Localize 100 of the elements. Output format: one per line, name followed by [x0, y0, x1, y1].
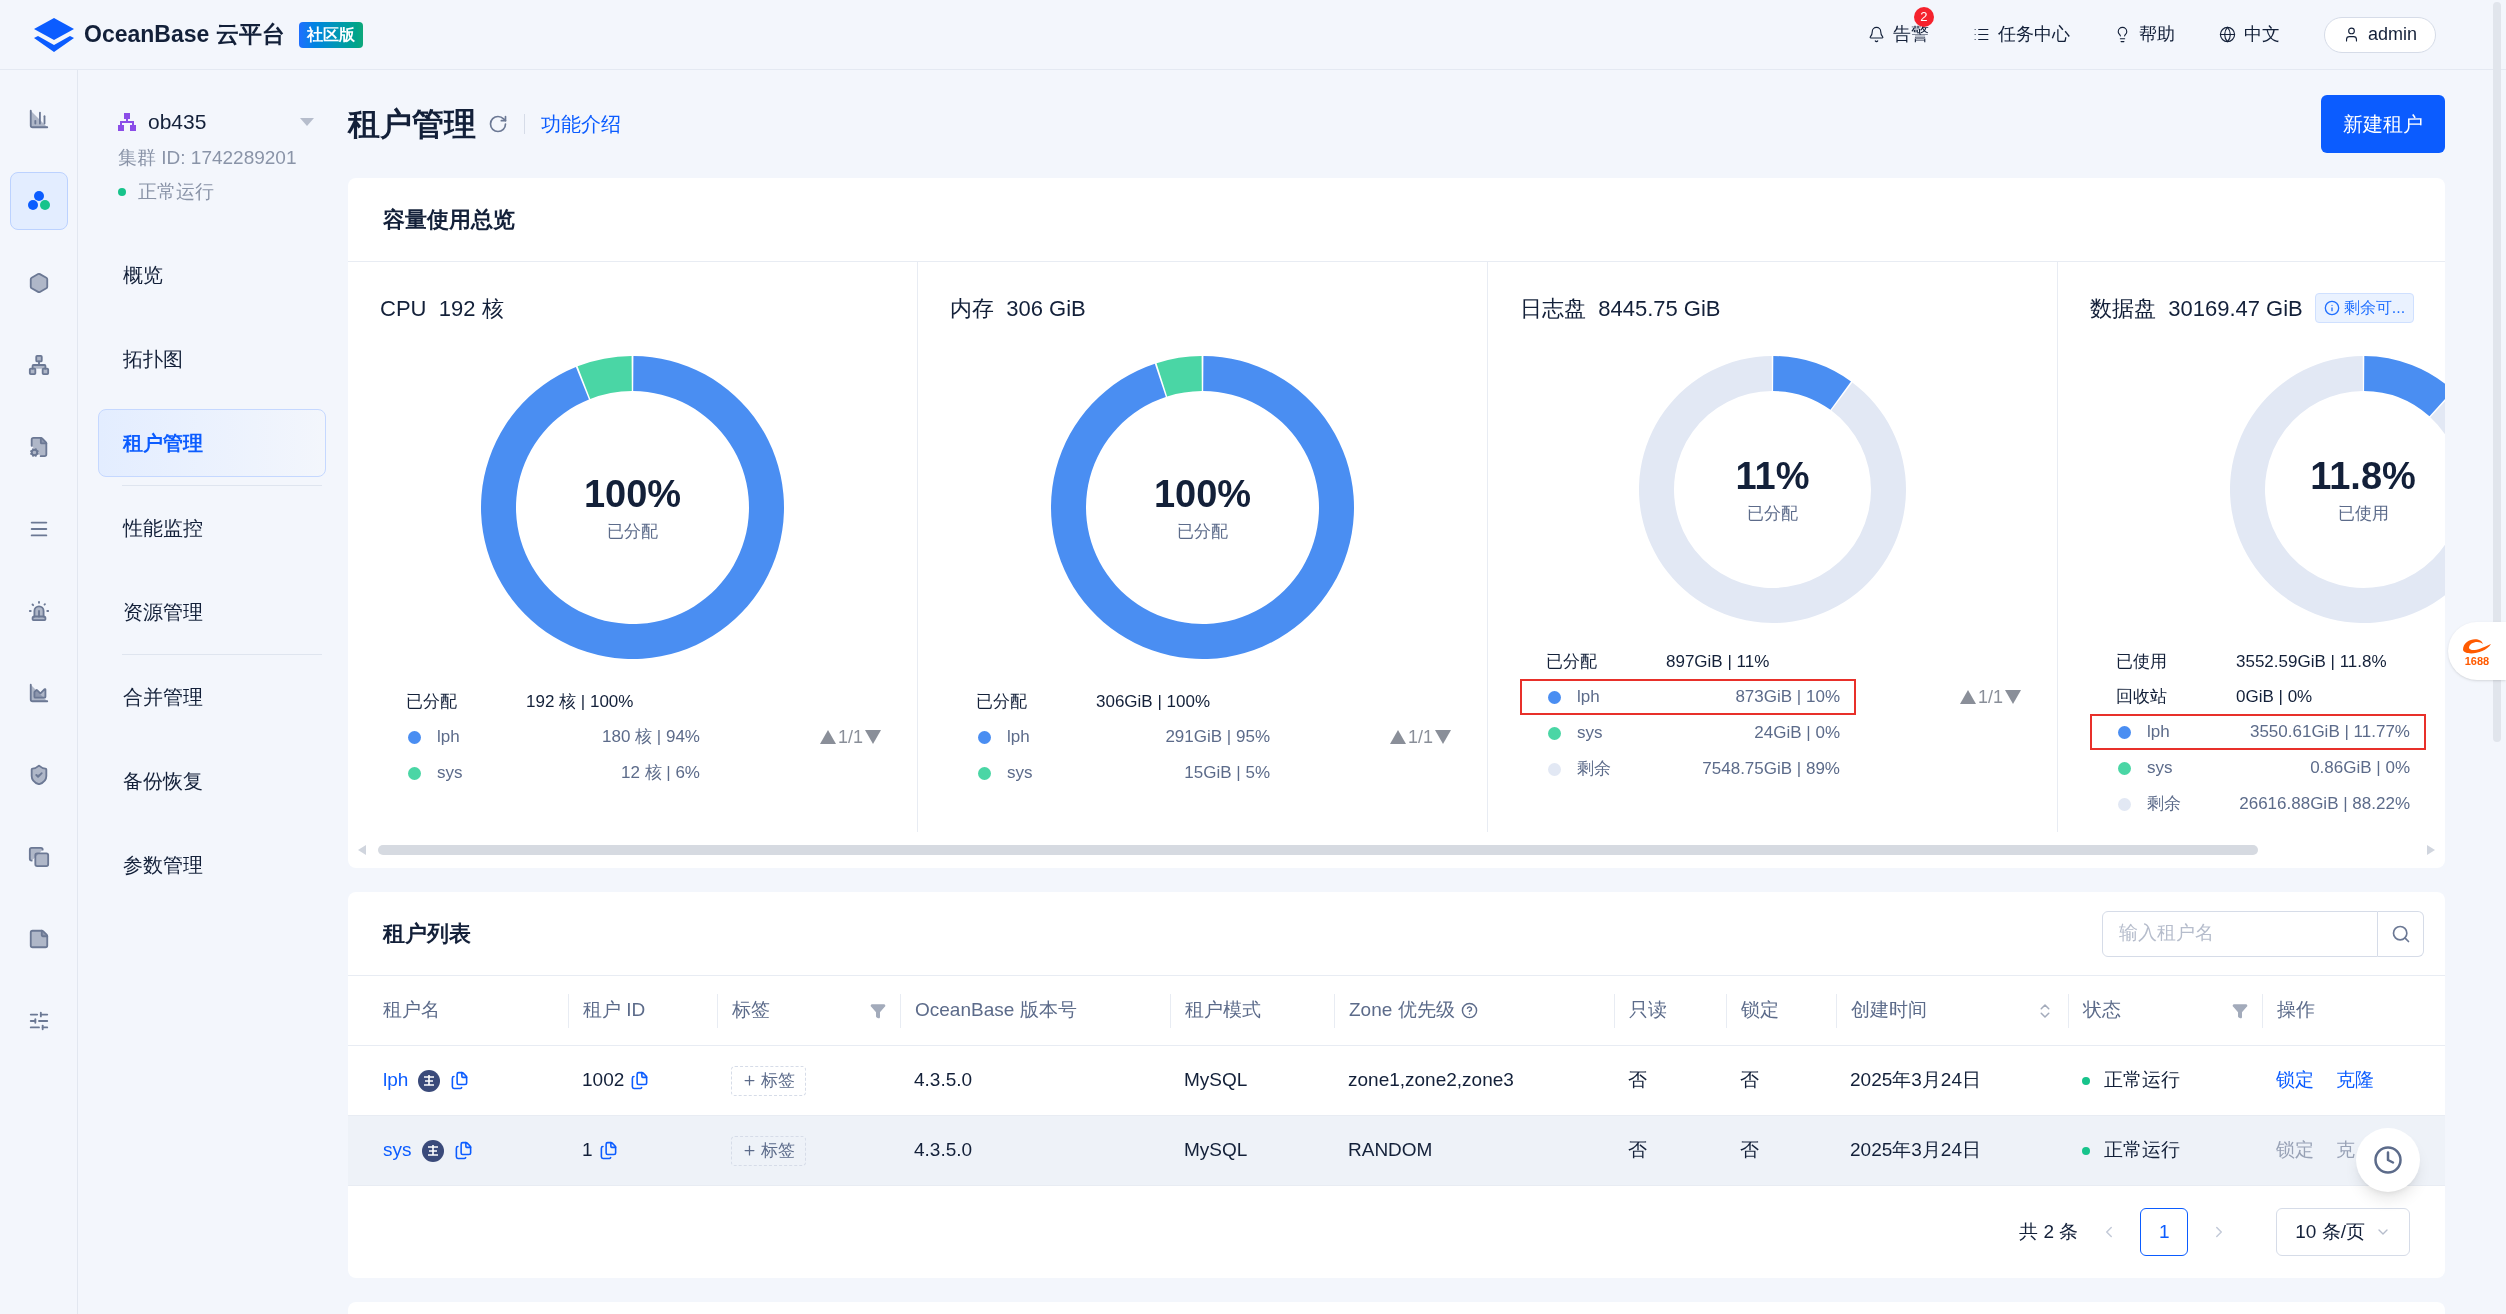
section-title: 租户列表	[383, 920, 471, 948]
summary-value: 306GiB | 100%	[1096, 690, 1211, 713]
table-cell-text: 否	[1739, 1068, 1760, 1093]
summary-label: 回收站	[2116, 685, 2168, 708]
copy-icon[interactable]	[450, 1071, 470, 1090]
nav-item[interactable]: 租户管理	[98, 408, 326, 477]
legend-value: 291GiB | 95%	[1164, 726, 1271, 749]
action-link[interactable]: 克隆	[2336, 1066, 2374, 1095]
filter-icon[interactable]	[870, 1002, 886, 1019]
legend-name: sys	[1577, 722, 1604, 745]
nav-item[interactable]: 参数管理	[98, 830, 326, 899]
legend-value: 26616.88GiB | 88.22%	[2238, 793, 2411, 816]
tenant-name-link[interactable]: lph	[383, 1066, 409, 1095]
table-cell-text: 2025年3月24日	[1849, 1068, 1982, 1093]
add-tag-button[interactable]: 标签	[731, 1065, 806, 1096]
table-cell-text: 4.3.5.0	[913, 1068, 974, 1093]
table-cell-text: MySQL	[1183, 1068, 1249, 1093]
bar-chart-icon	[27, 108, 50, 130]
legend-pager: 1/1	[1407, 725, 1433, 749]
tenant-name-link[interactable]: sys	[383, 1136, 412, 1165]
center-value: 100%	[1153, 472, 1252, 517]
total-count: 共 2 条	[2019, 1219, 2079, 1244]
legend-value: 24GiB | 0%	[1753, 722, 1841, 745]
list-icon	[1972, 26, 1990, 43]
up-triangle-icon[interactable]	[819, 730, 836, 744]
summary-label: 已分配	[1546, 650, 1598, 673]
column-header: 操作	[2277, 998, 2315, 1023]
up-triangle-icon[interactable]	[1959, 690, 1976, 704]
table-cell-text: 否	[1627, 1138, 1648, 1163]
dropdown-caret-icon[interactable]	[300, 117, 314, 126]
nav-item[interactable]: 合并管理	[98, 662, 326, 731]
center-label: 已分配	[607, 520, 658, 543]
filter-icon[interactable]	[2232, 1002, 2248, 1019]
table-cell-text: 正常运行	[2104, 1138, 2180, 1163]
legend-name: 剩余	[2147, 793, 2182, 816]
summary-value: 192 核 | 100%	[526, 690, 634, 713]
legend-value: 180 核 | 94%	[601, 726, 701, 749]
help-icon[interactable]	[1460, 1002, 1478, 1019]
add-tag-button[interactable]: 标签	[731, 1135, 806, 1166]
up-triangle-icon[interactable]	[1389, 730, 1406, 744]
area-chart-icon	[27, 682, 50, 704]
hexagon-icon	[27, 272, 50, 294]
brand-name: OceanBase 云平台	[84, 20, 285, 50]
summary-label: 已使用	[2116, 650, 2168, 673]
clock-icon	[2373, 1145, 2403, 1175]
topbar-button[interactable]: 任务中心	[1972, 21, 2070, 48]
summary-label: 已分配	[406, 690, 458, 713]
vertical-scrollbar[interactable]	[2493, 2, 2501, 742]
topbar-button[interactable]: 中文	[2218, 21, 2280, 48]
down-triangle-icon[interactable]	[2005, 690, 2021, 704]
logo-icon	[34, 17, 74, 52]
legend-name: sys	[2147, 757, 2174, 780]
intro-link[interactable]: 功能介绍	[541, 109, 621, 139]
nav-item[interactable]: 备份恢复	[98, 746, 326, 815]
search-field[interactable]: 输入租户名	[2102, 910, 2378, 957]
info-badge[interactable]: 剩余可...	[2314, 293, 2415, 323]
column-header: OceanBase 版本号	[915, 998, 1077, 1023]
copy-icon	[27, 846, 50, 868]
legend-value: 15GiB | 5%	[1183, 762, 1271, 785]
topbar-button[interactable]: 帮助	[2113, 21, 2175, 48]
nav-item[interactable]: 性能监控	[98, 493, 326, 562]
page-button[interactable]: 1	[2140, 1208, 2189, 1256]
table-cell-text: 4.3.5.0	[913, 1138, 974, 1163]
summary-value: 897GiB | 11%	[1666, 650, 1770, 673]
table-cell-text: 2025年3月24日	[1849, 1138, 1982, 1163]
nav-item[interactable]: 资源管理	[98, 577, 326, 646]
copy-icon[interactable]	[630, 1071, 650, 1090]
card-title: 日志盘 8445.75 GiB	[1520, 294, 1721, 323]
legend-name: sys	[1007, 762, 1034, 785]
create-tenant-button[interactable]: 新建租户	[2321, 95, 2445, 153]
nav-item[interactable]: 概览	[98, 240, 326, 309]
legend-value: 0.86GiB | 0%	[2309, 757, 2411, 780]
summary-label: 已分配	[976, 690, 1028, 713]
column-header: 标签	[732, 998, 770, 1023]
column-header: 租户模式	[1185, 998, 1261, 1023]
legend-name: lph	[1007, 726, 1031, 749]
nav-item[interactable]: 拓扑图	[98, 324, 326, 393]
legend-name: lph	[437, 726, 461, 749]
page-size-select[interactable]: 10 条/页	[2276, 1208, 2410, 1256]
center-label: 已分配	[1747, 502, 1798, 525]
summary-value: 3552.59GiB | 11.8%	[2236, 650, 2387, 673]
column-header: 租户名	[383, 998, 440, 1023]
widget-label: 1688	[2464, 655, 2490, 667]
down-triangle-icon[interactable]	[865, 730, 881, 744]
down-triangle-icon[interactable]	[1435, 730, 1451, 744]
column-header: Zone 优先级	[1349, 998, 1455, 1023]
alert-count: 2	[1913, 7, 1934, 27]
table-cell-text: 正常运行	[2104, 1068, 2180, 1093]
info-icon	[2323, 300, 2340, 316]
user-button[interactable]: admin	[2323, 16, 2436, 53]
action-link[interactable]: 锁定	[2276, 1066, 2314, 1095]
refresh-icon[interactable]	[488, 114, 508, 134]
copy-icon[interactable]	[598, 1141, 618, 1160]
search-button[interactable]	[2378, 910, 2424, 957]
rail-button[interactable]	[9, 172, 68, 230]
horizontal-scrollbar[interactable]	[378, 845, 2258, 855]
primary-badge-icon	[421, 1139, 444, 1162]
cluster-name[interactable]: ob435	[148, 106, 207, 138]
network-icon	[27, 354, 50, 376]
copy-icon[interactable]	[453, 1141, 473, 1160]
